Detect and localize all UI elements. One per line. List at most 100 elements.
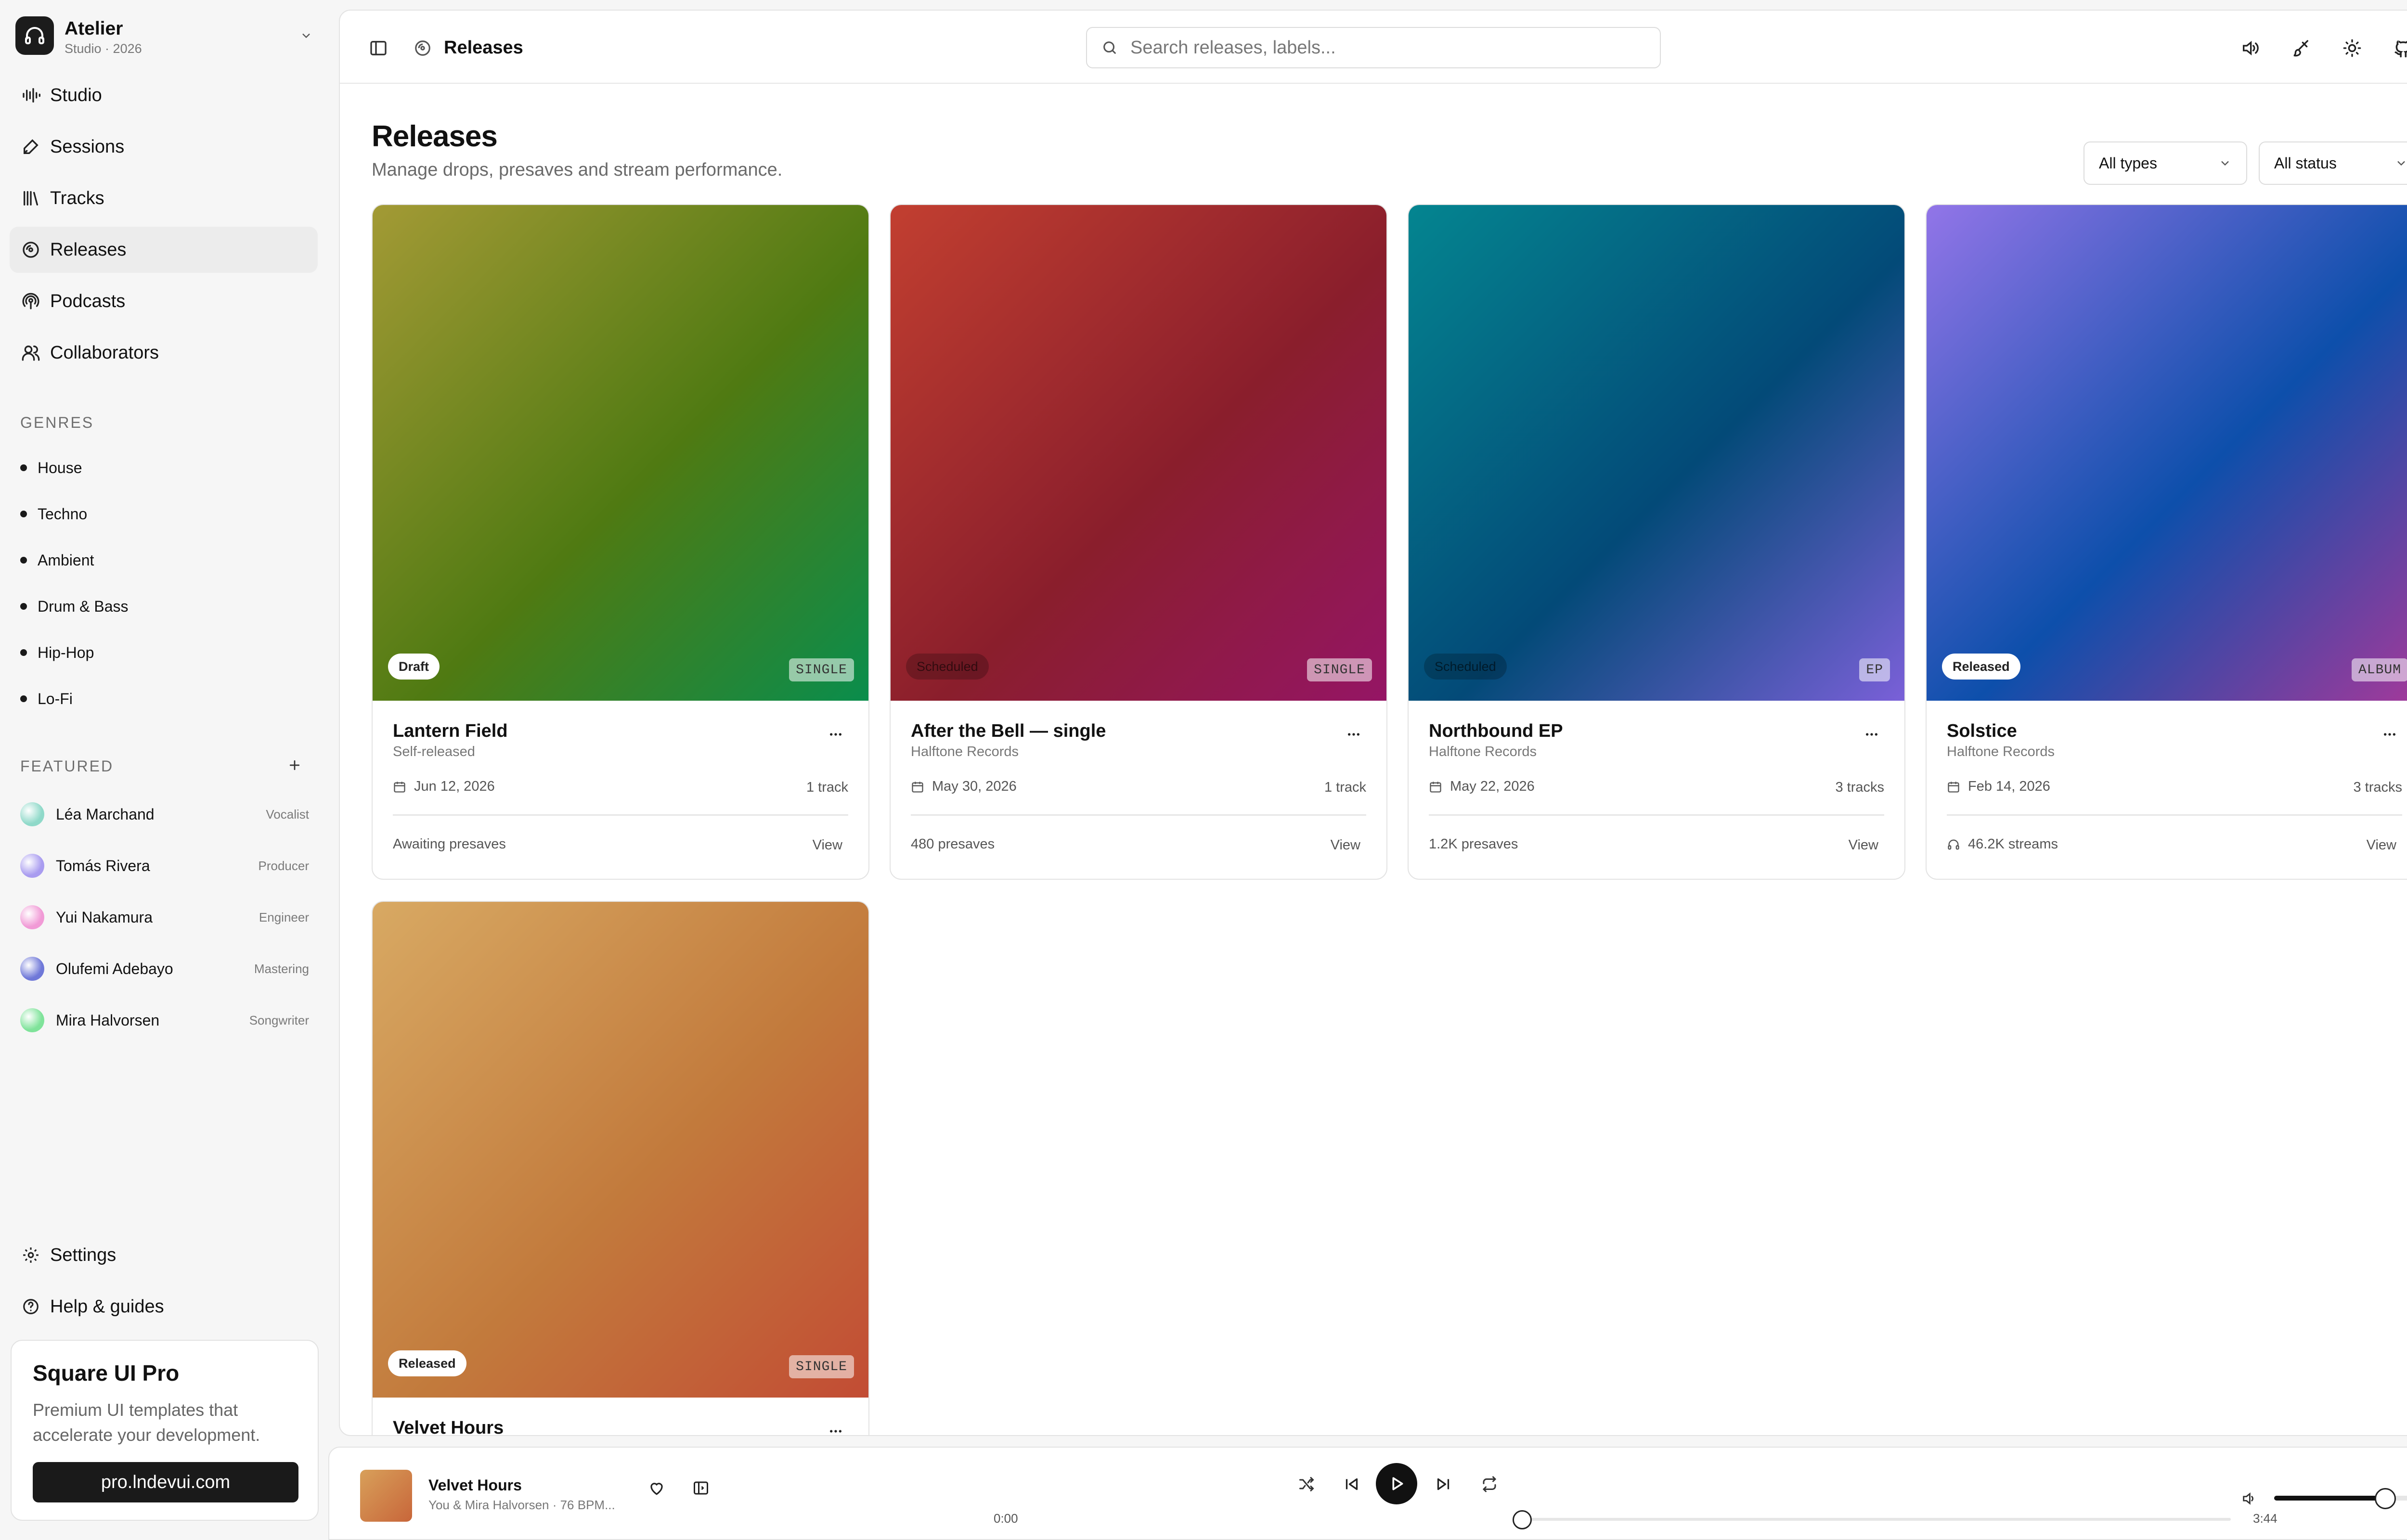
view-link[interactable]: View	[813, 837, 842, 853]
release-card[interactable]: Scheduled SINGLE After the Bell — single…	[890, 204, 1387, 880]
status-badge: Scheduled	[906, 654, 989, 680]
panel-icon	[694, 1481, 708, 1495]
featured-person[interactable]: Olufemi Adebayo Mastering	[20, 951, 309, 986]
pen-icon	[20, 136, 41, 157]
sidebar-toggle-icon[interactable]	[367, 37, 390, 60]
type-filter-select[interactable]: All types	[2083, 141, 2247, 185]
nav-item-sessions[interactable]: Sessions	[10, 124, 318, 170]
shuffle-button[interactable]	[1295, 1473, 1318, 1496]
more-options-button[interactable]	[826, 1422, 845, 1435]
genre-item[interactable]: Hip-Hop	[20, 638, 94, 667]
select-value: All types	[2099, 154, 2157, 172]
avatar	[20, 802, 44, 826]
nav-item-podcasts[interactable]: Podcasts	[10, 278, 318, 324]
repeat-button[interactable]	[1478, 1473, 1501, 1496]
release-title: Northbound EP	[1429, 721, 1563, 741]
release-cover	[1927, 205, 2407, 701]
workspace-switcher[interactable]: Atelier Studio · 2026	[15, 14, 316, 59]
now-playing-subtitle: You & Mira Halvorsen · 76 BPM...	[428, 1498, 615, 1512]
podcast-icon	[20, 291, 41, 312]
genre-item[interactable]: Lo-Fi	[20, 684, 73, 713]
now-playing-artwork	[360, 1470, 412, 1522]
nav-item-tracks[interactable]: Tracks	[10, 175, 318, 221]
more-options-button[interactable]	[2380, 725, 2399, 744]
queue-button[interactable]	[689, 1476, 712, 1500]
nav-item-help[interactable]: Help & guides	[10, 1283, 318, 1330]
search-input[interactable]	[1130, 37, 1650, 58]
nav-item-releases[interactable]: Releases	[10, 227, 318, 273]
person-role: Producer	[258, 858, 310, 873]
nav-label: Releases	[50, 239, 127, 260]
release-card[interactable]: Draft SINGLE Lantern Field Self-released…	[372, 204, 869, 880]
play-button[interactable]	[1376, 1463, 1417, 1504]
library-icon	[20, 188, 41, 209]
release-card[interactable]: Released ALBUM Solstice Halftone Records…	[1926, 204, 2407, 880]
release-title: Lantern Field	[393, 721, 508, 741]
featured-person[interactable]: Mira Halvorsen Songwriter	[20, 1003, 309, 1038]
genre-item[interactable]: Drum & Bass	[20, 592, 128, 621]
stat-text: Awaiting presaves	[393, 836, 506, 852]
progress-track[interactable]	[1519, 1518, 2231, 1521]
status-filter-select[interactable]: All status	[2259, 141, 2407, 185]
volume-fill	[2274, 1496, 2385, 1501]
genre-item[interactable]: House	[20, 453, 82, 482]
person-role: Songwriter	[249, 1013, 309, 1027]
previous-button[interactable]	[1340, 1473, 1363, 1496]
release-card[interactable]: Scheduled EP Northbound EP Halftone Reco…	[1408, 204, 1905, 880]
search-box[interactable]	[1086, 27, 1661, 68]
github-icon[interactable]	[2392, 37, 2407, 60]
more-options-button[interactable]	[826, 725, 845, 744]
nav-item-settings[interactable]: Settings	[10, 1232, 318, 1278]
more-options-button[interactable]	[1344, 725, 1363, 744]
player-bar: Velvet Hours You & Mira Halvorsen · 76 B…	[328, 1447, 2407, 1540]
like-button[interactable]	[645, 1476, 668, 1500]
person-role: Engineer	[259, 910, 309, 924]
release-cover	[373, 205, 868, 701]
page-subtitle: Manage drops, presaves and stream perfor…	[372, 160, 783, 180]
track-count: 3 tracks	[1835, 780, 1884, 795]
view-link[interactable]: View	[1331, 837, 1360, 853]
avatar	[20, 905, 44, 929]
featured-person[interactable]: Léa Marchand Vocalist	[20, 797, 309, 832]
nav-item-collaborators[interactable]: Collaborators	[10, 330, 318, 376]
featured-heading: FEATURED	[20, 757, 114, 775]
bullet-dot	[20, 695, 27, 702]
nav-item-studio[interactable]: Studio	[10, 72, 318, 118]
chevron-down-icon	[2221, 161, 2229, 166]
progress-handle[interactable]	[1513, 1510, 1532, 1529]
paintbrush-icon[interactable]	[2290, 37, 2313, 60]
total-duration: 3:44	[2253, 1511, 2278, 1526]
genre-item[interactable]: Ambient	[20, 546, 94, 575]
person-name: Yui Nakamura	[56, 908, 153, 926]
nav-label: Sessions	[50, 136, 125, 157]
date-text: Feb 14, 2026	[1968, 779, 2050, 794]
bullet-dot	[20, 603, 27, 610]
release-stat: Awaiting presaves	[393, 836, 506, 852]
more-horizontal-icon	[2384, 733, 2395, 736]
plus-icon	[289, 760, 300, 770]
view-link[interactable]: View	[2367, 837, 2396, 853]
app-subtitle: Studio · 2026	[65, 41, 142, 56]
genre-item[interactable]: Techno	[20, 500, 87, 528]
chevron-down-icon	[297, 26, 316, 45]
view-link[interactable]: View	[1849, 837, 1878, 853]
person-name: Léa Marchand	[56, 805, 155, 823]
genre-label: Ambient	[38, 551, 94, 569]
volume-icon[interactable]	[2238, 1487, 2261, 1510]
more-options-button[interactable]	[1862, 725, 1881, 744]
app-name: Atelier	[65, 18, 123, 39]
release-card[interactable]: Released SINGLE Velvet Hours	[372, 901, 869, 1435]
genres-heading: GENRES	[20, 414, 94, 431]
promo-link-button[interactable]: pro.lndevui.com	[33, 1462, 298, 1502]
sun-icon[interactable]	[2341, 37, 2364, 60]
speaker-icon[interactable]	[2239, 37, 2262, 60]
volume-handle[interactable]	[2375, 1488, 2396, 1509]
add-featured-button[interactable]	[284, 755, 305, 776]
featured-person[interactable]: Yui Nakamura Engineer	[20, 900, 309, 935]
next-button[interactable]	[1432, 1473, 1455, 1496]
divider	[393, 814, 848, 816]
calendar-icon	[1947, 780, 1961, 794]
now-playing-title: Velvet Hours	[428, 1476, 522, 1494]
disc-icon	[411, 37, 434, 60]
featured-person[interactable]: Tomás Rivera Producer	[20, 848, 309, 883]
